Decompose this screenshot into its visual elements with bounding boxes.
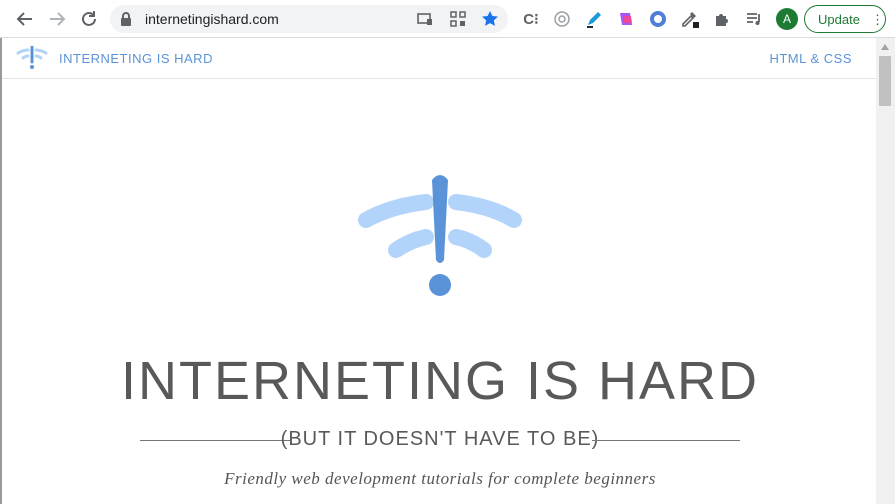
hero-logo-icon [358, 175, 522, 296]
reload-button[interactable] [77, 7, 101, 31]
reload-icon [82, 11, 96, 26]
extension-purple-icon[interactable] [616, 9, 636, 29]
lock-icon [121, 12, 131, 26]
update-label: Update [818, 12, 860, 27]
qr-code-icon[interactable] [449, 10, 467, 28]
scroll-up-icon[interactable] [881, 44, 889, 50]
highlighter-icon[interactable] [584, 9, 604, 29]
page-scrollbar[interactable] [876, 38, 895, 504]
browser-toolbar: internetingishard.com C⁝ A Update ⋮ [0, 0, 895, 38]
forward-button[interactable] [45, 7, 69, 31]
extensions-puzzle-icon[interactable] [712, 9, 732, 29]
forward-arrow-icon [50, 12, 66, 26]
tagline-row: (BUT IT DOESN'T HAVE TO BE) [140, 426, 740, 456]
brand-link[interactable]: INTERNETING IS HARD [59, 51, 213, 66]
eyedropper-icon[interactable] [680, 9, 700, 29]
back-button[interactable] [13, 7, 37, 31]
media-queue-icon[interactable] [744, 9, 764, 29]
nav-link-html-css[interactable]: HTML & CSS [769, 51, 852, 66]
url-text: internetingishard.com [145, 11, 279, 27]
back-arrow-icon [16, 12, 32, 26]
divider-right [592, 440, 740, 441]
site-header: INTERNETING IS HARD HTML & CSS [2, 38, 876, 79]
extension-target-icon[interactable] [552, 9, 572, 29]
chrome-menu-icon[interactable]: ⋮ [871, 12, 884, 28]
scrollbar-thumb[interactable] [879, 56, 891, 106]
window-edge [0, 38, 2, 504]
hero-title: INTERNETING IS HARD [120, 351, 760, 411]
update-button[interactable]: Update ⋮ [804, 5, 886, 33]
address-bar[interactable]: internetingishard.com [110, 5, 508, 33]
hero-subtitle: Friendly web development tutorials for c… [224, 469, 656, 488]
cast-icon[interactable] [416, 10, 434, 28]
extension-c-icon[interactable]: C⁝ [521, 9, 541, 29]
bookmark-star-icon[interactable] [481, 10, 499, 28]
site-logo-icon[interactable] [16, 46, 48, 70]
extension-blue-circle-icon[interactable] [648, 9, 668, 29]
profile-avatar[interactable]: A [776, 8, 798, 30]
